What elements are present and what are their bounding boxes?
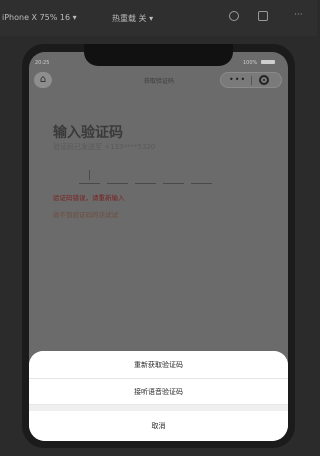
hot-reload-toggle[interactable]: 热重载 关 ▾ <box>112 13 153 24</box>
window-icon[interactable] <box>258 11 268 21</box>
code-slot[interactable] <box>79 183 100 184</box>
battery-percent: 100% <box>243 60 258 66</box>
phone-notch <box>84 44 233 66</box>
error-message: 验证码错误，请重新输入 <box>53 194 125 202</box>
resend-code-button[interactable]: 重新获取验证码 <box>29 351 288 379</box>
more-icon[interactable]: ··· <box>294 10 310 20</box>
more-dots-icon[interactable]: ••• <box>229 75 246 84</box>
code-slot[interactable] <box>163 183 184 184</box>
devtools-toolbar: iPhone X 75% 16 ▾ 热重载 关 ▾ ··· <box>0 0 317 36</box>
capsule-divider <box>251 76 252 85</box>
input-cursor <box>89 170 90 180</box>
code-sent-text: 验证码已发送至 +133****5320 <box>53 143 156 151</box>
action-sheet: 重新获取验证码 接听语音验证码 取消 <box>29 351 288 441</box>
status-time: 20:25 <box>35 60 50 66</box>
code-input[interactable] <box>67 170 237 190</box>
target-icon[interactable] <box>259 75 269 85</box>
code-slot[interactable] <box>135 183 156 184</box>
record-icon[interactable] <box>229 11 239 21</box>
cancel-button[interactable]: 取消 <box>29 411 288 441</box>
verification-heading: 输入验证码 <box>53 125 123 141</box>
mini-program-capsule[interactable]: ••• <box>220 72 282 88</box>
device-selector[interactable]: iPhone X 75% 16 ▾ <box>2 13 77 22</box>
code-slot[interactable] <box>191 183 212 184</box>
voice-code-button[interactable]: 接听语音验证码 <box>29 379 288 405</box>
no-code-link[interactable]: 收不到验证码的话试试 <box>53 209 118 219</box>
battery-icon <box>261 60 275 64</box>
code-slot[interactable] <box>107 183 128 184</box>
page-title: 获取验证码 <box>143 78 174 85</box>
navigation-bar: ⌂ 获取验证码 ••• <box>29 70 288 94</box>
home-icon[interactable]: ⌂ <box>34 72 52 88</box>
